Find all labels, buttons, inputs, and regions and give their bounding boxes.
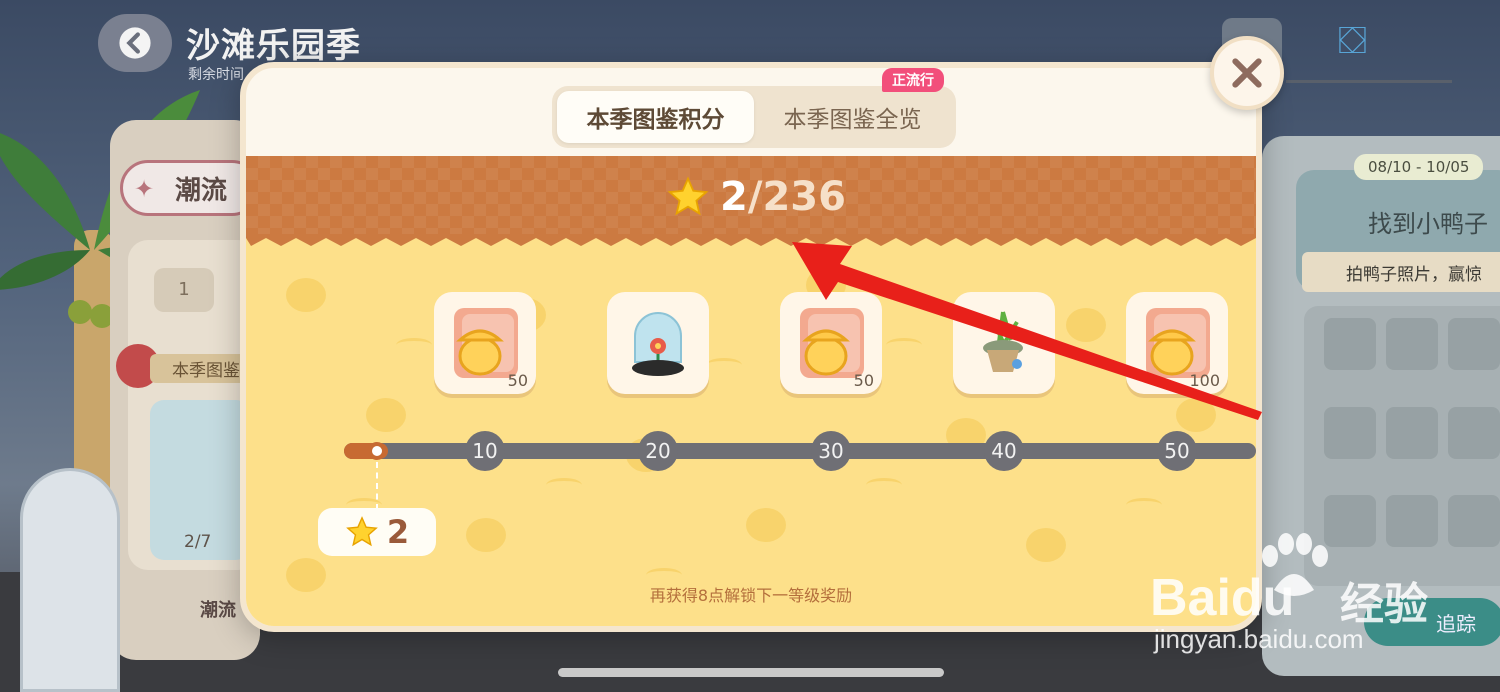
duck-pattern xyxy=(466,518,506,552)
milestone-node: 10 xyxy=(465,431,505,471)
score-display: 2/236 xyxy=(666,174,846,220)
reward-item[interactable] xyxy=(953,292,1055,394)
event-slot xyxy=(1448,495,1500,548)
duck-pattern xyxy=(286,278,326,312)
event-slot xyxy=(1448,318,1500,370)
reward-item[interactable]: 50 xyxy=(780,292,882,394)
watermark-logo: Baidu xyxy=(1150,569,1295,627)
event-subtitle: 拍鸭子照片，赢惊 xyxy=(1302,252,1500,292)
reward-item[interactable]: 50 xyxy=(434,292,536,394)
duck-pattern xyxy=(1176,398,1216,432)
milestone-node: 30 xyxy=(811,431,851,471)
reward-item[interactable]: 100 xyxy=(1126,292,1228,394)
wave-pattern xyxy=(1126,498,1162,512)
background-counter: 1 xyxy=(154,268,214,312)
collection-points-modal: 本季图鉴积分 本季图鉴全览 正流行 2/236 50 50 100 10 20 … xyxy=(240,62,1262,632)
close-icon xyxy=(1232,58,1262,88)
reward-amount: 50 xyxy=(853,371,874,390)
trend-label: 潮流 xyxy=(200,600,236,621)
wave-pattern xyxy=(546,478,582,492)
score-current: 2 xyxy=(720,174,748,220)
duck-pattern xyxy=(746,508,786,542)
wave-pattern xyxy=(866,478,902,492)
tab-underline xyxy=(1286,80,1452,83)
event-slot xyxy=(1386,318,1438,370)
milestone-node: 20 xyxy=(638,431,678,471)
reward-amount: 50 xyxy=(507,371,528,390)
surfboard-icon xyxy=(20,468,120,692)
tab-season-overview[interactable]: 本季图鉴全览 xyxy=(754,91,951,143)
home-indicator xyxy=(558,668,944,677)
glass-dome-flower-icon xyxy=(632,312,684,376)
banner-zigzag-edge xyxy=(246,234,1256,246)
milestone-node: 50 xyxy=(1157,431,1197,471)
reward-amount: 100 xyxy=(1189,371,1220,390)
milestone-node: 40 xyxy=(984,431,1024,471)
sparkle-icon: ✦ xyxy=(134,175,155,203)
progress-marker-line xyxy=(376,462,378,510)
progress-marker xyxy=(368,442,386,460)
tab-season-points[interactable]: 本季图鉴积分 xyxy=(557,91,754,143)
current-points-value: 2 xyxy=(386,513,410,551)
wave-pattern xyxy=(886,338,922,352)
potted-plant-icon xyxy=(983,311,1023,372)
event-slot xyxy=(1324,406,1376,459)
current-points-badge: 2 xyxy=(318,508,436,556)
watermark-url: jingyan.baidu.com xyxy=(1154,624,1364,654)
event-slot xyxy=(1324,318,1376,370)
trending-badge: 正流行 xyxy=(882,68,944,92)
wave-pattern xyxy=(706,358,742,372)
reward-field xyxy=(246,238,1256,626)
reward-item[interactable] xyxy=(607,292,709,394)
event-slot xyxy=(1386,495,1438,548)
season-collection-label: 本季图鉴 xyxy=(150,354,250,383)
event-date-range: 08/10 - 10/05 xyxy=(1354,154,1484,180)
gift-icon[interactable]: ⛋ xyxy=(1338,18,1367,63)
duck-pattern xyxy=(1026,528,1066,562)
wave-pattern xyxy=(646,568,682,582)
duck-pattern xyxy=(1066,308,1106,342)
wave-pattern xyxy=(396,338,432,352)
event-slot xyxy=(1386,406,1438,459)
duck-pattern xyxy=(366,398,406,432)
collection-fraction: 2/7 xyxy=(184,532,212,552)
event-title: 找到小鸭子 xyxy=(1368,210,1488,238)
score-total: /236 xyxy=(747,174,846,220)
event-slot xyxy=(1448,406,1500,459)
star-icon xyxy=(667,176,709,216)
modal-tabs: 本季图鉴积分 本季图鉴全览 xyxy=(552,86,956,148)
watermark-text: 经验 xyxy=(1340,579,1428,630)
close-button[interactable] xyxy=(1210,36,1284,110)
star-icon xyxy=(345,516,378,547)
unlock-hint: 再获得8点解锁下一等级奖励 xyxy=(649,586,853,605)
